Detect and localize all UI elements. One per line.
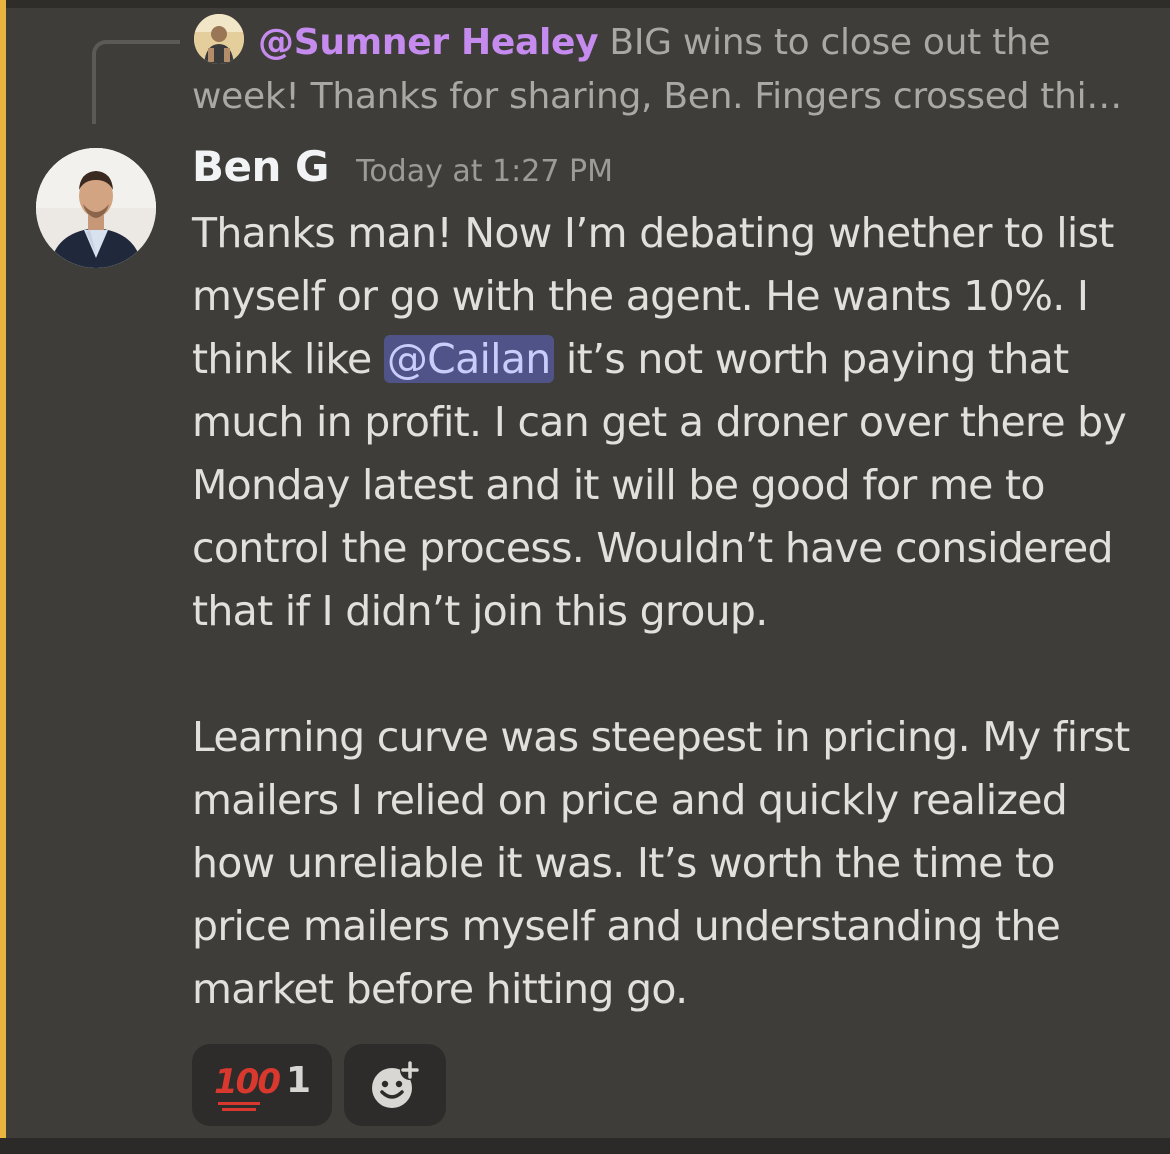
reply-author-name[interactable]: @Sumner Healey [258, 22, 599, 63]
hundred-points-emoji: 100 [214, 1062, 281, 1102]
message-paragraph-1: Thanks man! Now I’m debating whether to … [192, 202, 1152, 643]
reply-preview[interactable]: @Sumner Healey BIG wins to close out the… [192, 16, 1152, 124]
reply-preview-text-2: week! Thanks for sharing, Ben. Fingers c… [192, 76, 1122, 117]
reply-spine [92, 40, 180, 124]
user-mention[interactable]: @Cailan [383, 335, 554, 383]
emoji-underline [218, 1102, 260, 1105]
reply-preview-text-1: BIG wins to close out the [609, 22, 1051, 63]
message-timestamp: Today at 1:27 PM [356, 154, 613, 189]
add-reaction-button[interactable] [344, 1044, 446, 1126]
reaction-hundred[interactable]: 100 1 [192, 1044, 332, 1126]
mention-highlight-bar [0, 0, 6, 1138]
emoji-underline [222, 1108, 256, 1111]
message-header: Ben G Today at 1:27 PM [192, 142, 613, 198]
reaction-count: 1 [286, 1060, 312, 1101]
top-divider [0, 0, 1170, 8]
add-reaction-icon [372, 1060, 420, 1108]
author-name[interactable]: Ben G [192, 142, 330, 191]
bottom-divider [0, 1138, 1170, 1154]
message-paragraph-2: Learning curve was steepest in pricing. … [192, 713, 1130, 1013]
message-content: Thanks man! Now I’m debating whether to … [192, 202, 1152, 1021]
author-avatar[interactable] [36, 148, 156, 268]
